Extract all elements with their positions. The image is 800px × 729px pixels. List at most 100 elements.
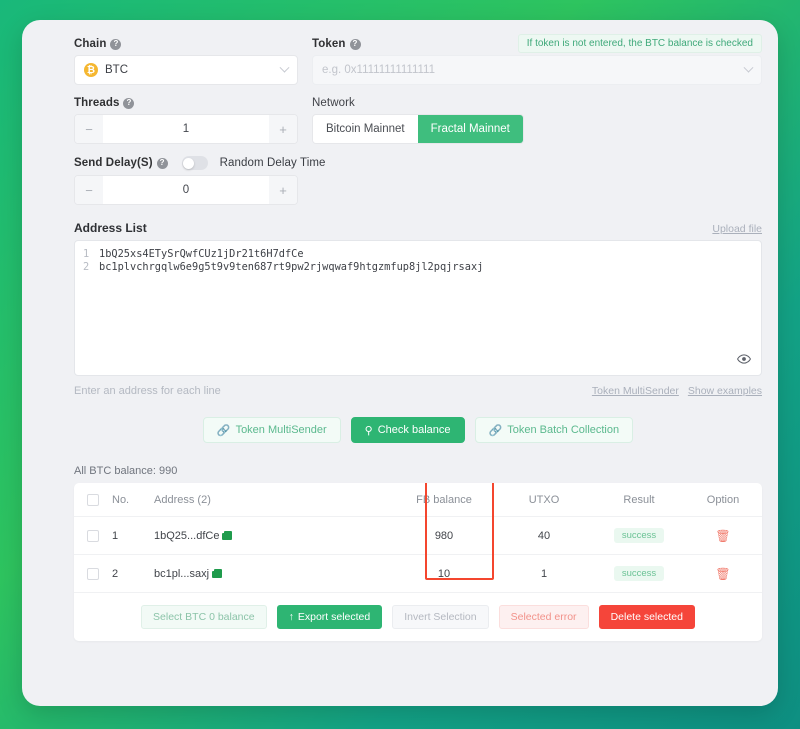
export-selected-button[interactable]: ↑ Export selected xyxy=(276,605,383,629)
token-multisender-link[interactable]: Token MultiSender xyxy=(592,385,679,397)
upload-file-link[interactable]: Upload file xyxy=(712,223,762,235)
link-icon: 🔗 xyxy=(488,424,503,437)
chain-token-row: Chain ? ₿ BTC Token ? If token is not en… xyxy=(74,34,762,85)
threads-stepper[interactable]: − 1 + xyxy=(74,114,298,144)
check-balance-button[interactable]: ⚲ Check balance xyxy=(350,417,465,443)
address-list-hint: Enter an address for each line xyxy=(74,385,221,397)
row-fb-balance: 10 xyxy=(437,567,451,580)
send-delay-label: Send Delay(S) ? Random Delay Time xyxy=(74,156,762,170)
select-all-checkbox[interactable] xyxy=(74,493,112,506)
delete-icon[interactable]: 🗑 xyxy=(715,567,730,581)
chevron-down-icon xyxy=(279,62,290,73)
address-line-text: bc1plvchrgqlw6e9g5t9v9ten687rt9pw2rjwqwa… xyxy=(99,261,484,273)
row-address: 1bQ25...dfCe xyxy=(154,529,220,542)
results-table: No. Address (2) FB balance UTXO Result O… xyxy=(74,483,762,641)
row-option-cell: 🗑 xyxy=(684,567,762,581)
address-line-text: 1bQ25xs4ETySrQwfCUz1jDr21t6H7dfCe xyxy=(99,248,304,260)
network-label: Network xyxy=(312,97,355,109)
row-result-cell: success xyxy=(594,566,684,581)
threads-value[interactable]: 1 xyxy=(103,115,269,143)
eye-icon[interactable] xyxy=(737,352,751,366)
token-field: Token ? If token is not entered, the BTC… xyxy=(312,34,762,85)
row-checkbox[interactable] xyxy=(74,567,112,580)
threads-label-text: Threads xyxy=(74,97,120,109)
export-selected-label: Export selected xyxy=(297,611,371,623)
send-delay-increment-button[interactable]: + xyxy=(269,176,297,204)
table-footer-buttons: Select BTC 0 balance ↑ Export selected I… xyxy=(74,593,762,641)
column-header-no: No. xyxy=(112,493,130,506)
form-area: Chain ? ₿ BTC Token ? If token is not en… xyxy=(74,34,762,641)
help-icon[interactable]: ? xyxy=(349,38,361,50)
select-zero-balance-button[interactable]: Select BTC 0 balance xyxy=(141,605,267,629)
row-utxo: 40 xyxy=(537,529,551,542)
delete-icon[interactable]: 🗑 xyxy=(715,529,730,543)
row-no: 2 xyxy=(112,567,119,580)
address-list-textarea[interactable]: 1 1bQ25xs4ETySrQwfCUz1jDr21t6H7dfCe 2 bc… xyxy=(74,240,762,376)
send-delay-stepper[interactable]: − 0 + xyxy=(74,175,298,205)
help-icon[interactable]: ? xyxy=(110,38,122,50)
token-batch-collection-button[interactable]: 🔗 Token Batch Collection xyxy=(474,417,634,443)
network-toggle-group: Bitcoin Mainnet Fractal Mainnet xyxy=(312,114,524,144)
token-multisender-button[interactable]: 🔗 Token MultiSender xyxy=(202,417,341,443)
network-option-fractal-mainnet[interactable]: Fractal Mainnet xyxy=(417,115,523,143)
network-field: Network Bitcoin Mainnet Fractal Mainnet xyxy=(312,97,762,144)
send-delay-label-text: Send Delay(S) xyxy=(74,157,153,169)
network-option-bitcoin-mainnet[interactable]: Bitcoin Mainnet xyxy=(313,115,418,143)
check-balance-button-label: Check balance xyxy=(377,424,451,436)
address-line: 1 1bQ25xs4ETySrQwfCUz1jDr21t6H7dfCe xyxy=(83,248,751,261)
row-utxo: 1 xyxy=(540,567,548,580)
help-icon[interactable]: ? xyxy=(123,97,135,109)
status-badge: success xyxy=(613,566,665,581)
send-delay-decrement-button[interactable]: − xyxy=(75,176,103,204)
threads-network-row: Threads ? − 1 + Network Bitcoin Mainnet … xyxy=(74,97,762,144)
random-delay-label: Random Delay Time xyxy=(219,157,326,169)
selected-error-button[interactable]: Selected error xyxy=(498,605,589,629)
help-icon[interactable]: ? xyxy=(156,157,168,169)
threads-decrement-button[interactable]: − xyxy=(75,115,103,143)
toggle-knob xyxy=(183,157,195,169)
line-number: 1 xyxy=(83,248,90,260)
column-header-fb-balance: FB balance xyxy=(416,493,472,506)
bitcoin-icon: ₿ xyxy=(84,63,98,77)
threads-field: Threads ? − 1 + xyxy=(74,97,298,144)
chain-select[interactable]: ₿ BTC xyxy=(74,55,298,85)
column-header-address: Address (2) xyxy=(154,493,211,506)
row-address: bc1pl...saxj xyxy=(154,567,210,580)
chain-label: Chain ? xyxy=(74,38,298,50)
threads-increment-button[interactable]: + xyxy=(269,115,297,143)
random-delay-toggle[interactable] xyxy=(181,156,208,170)
column-header-utxo: UTXO xyxy=(528,493,560,506)
delete-selected-button[interactable]: Delete selected xyxy=(598,605,695,629)
table-row[interactable]: 2 bc1pl...saxj 10 1 success 🗑 xyxy=(74,555,762,593)
chain-label-text: Chain xyxy=(74,38,107,50)
invert-selection-button[interactable]: Invert Selection xyxy=(392,605,489,629)
show-examples-link[interactable]: Show examples xyxy=(688,385,762,397)
token-placeholder: e.g. 0x11111111111111 xyxy=(322,64,435,76)
checkbox-icon xyxy=(87,529,99,542)
table-row[interactable]: 1 1bQ25...dfCe 980 40 success 🗑 xyxy=(74,517,762,555)
copy-icon[interactable] xyxy=(211,569,223,578)
row-checkbox[interactable] xyxy=(74,529,112,542)
address-list-header: Address List Upload file xyxy=(74,221,762,235)
row-option-cell: 🗑 xyxy=(684,529,762,543)
token-select[interactable]: e.g. 0x11111111111111 xyxy=(312,55,762,85)
link-icon: 🔗 xyxy=(216,424,231,437)
all-balance-summary: All BTC balance: 990 xyxy=(74,465,178,477)
send-delay-value[interactable]: 0 xyxy=(103,176,269,204)
token-batch-collection-button-label: Token Batch Collection xyxy=(507,424,620,436)
row-no: 1 xyxy=(112,529,119,542)
copy-icon[interactable] xyxy=(221,531,233,540)
token-multisender-button-label: Token MultiSender xyxy=(235,424,327,436)
row-address-cell: bc1pl...saxj xyxy=(154,568,394,580)
token-label-text: Token xyxy=(312,38,346,50)
line-number: 2 xyxy=(83,261,90,273)
address-line: 2 bc1plvchrgqlw6e9g5t9v9ten687rt9pw2rjwq… xyxy=(83,261,751,274)
app-card: Chain ? ₿ BTC Token ? If token is not en… xyxy=(22,20,778,706)
column-header-option: Option xyxy=(706,493,740,506)
chain-field: Chain ? ₿ BTC xyxy=(74,38,298,85)
upload-icon: ↑ xyxy=(288,611,294,623)
column-header-result: Result xyxy=(623,493,655,506)
chevron-down-icon xyxy=(743,62,754,73)
checkbox-icon xyxy=(87,567,99,580)
address-list-section: Address List Upload file 1 1bQ25xs4ETySr… xyxy=(74,221,762,397)
